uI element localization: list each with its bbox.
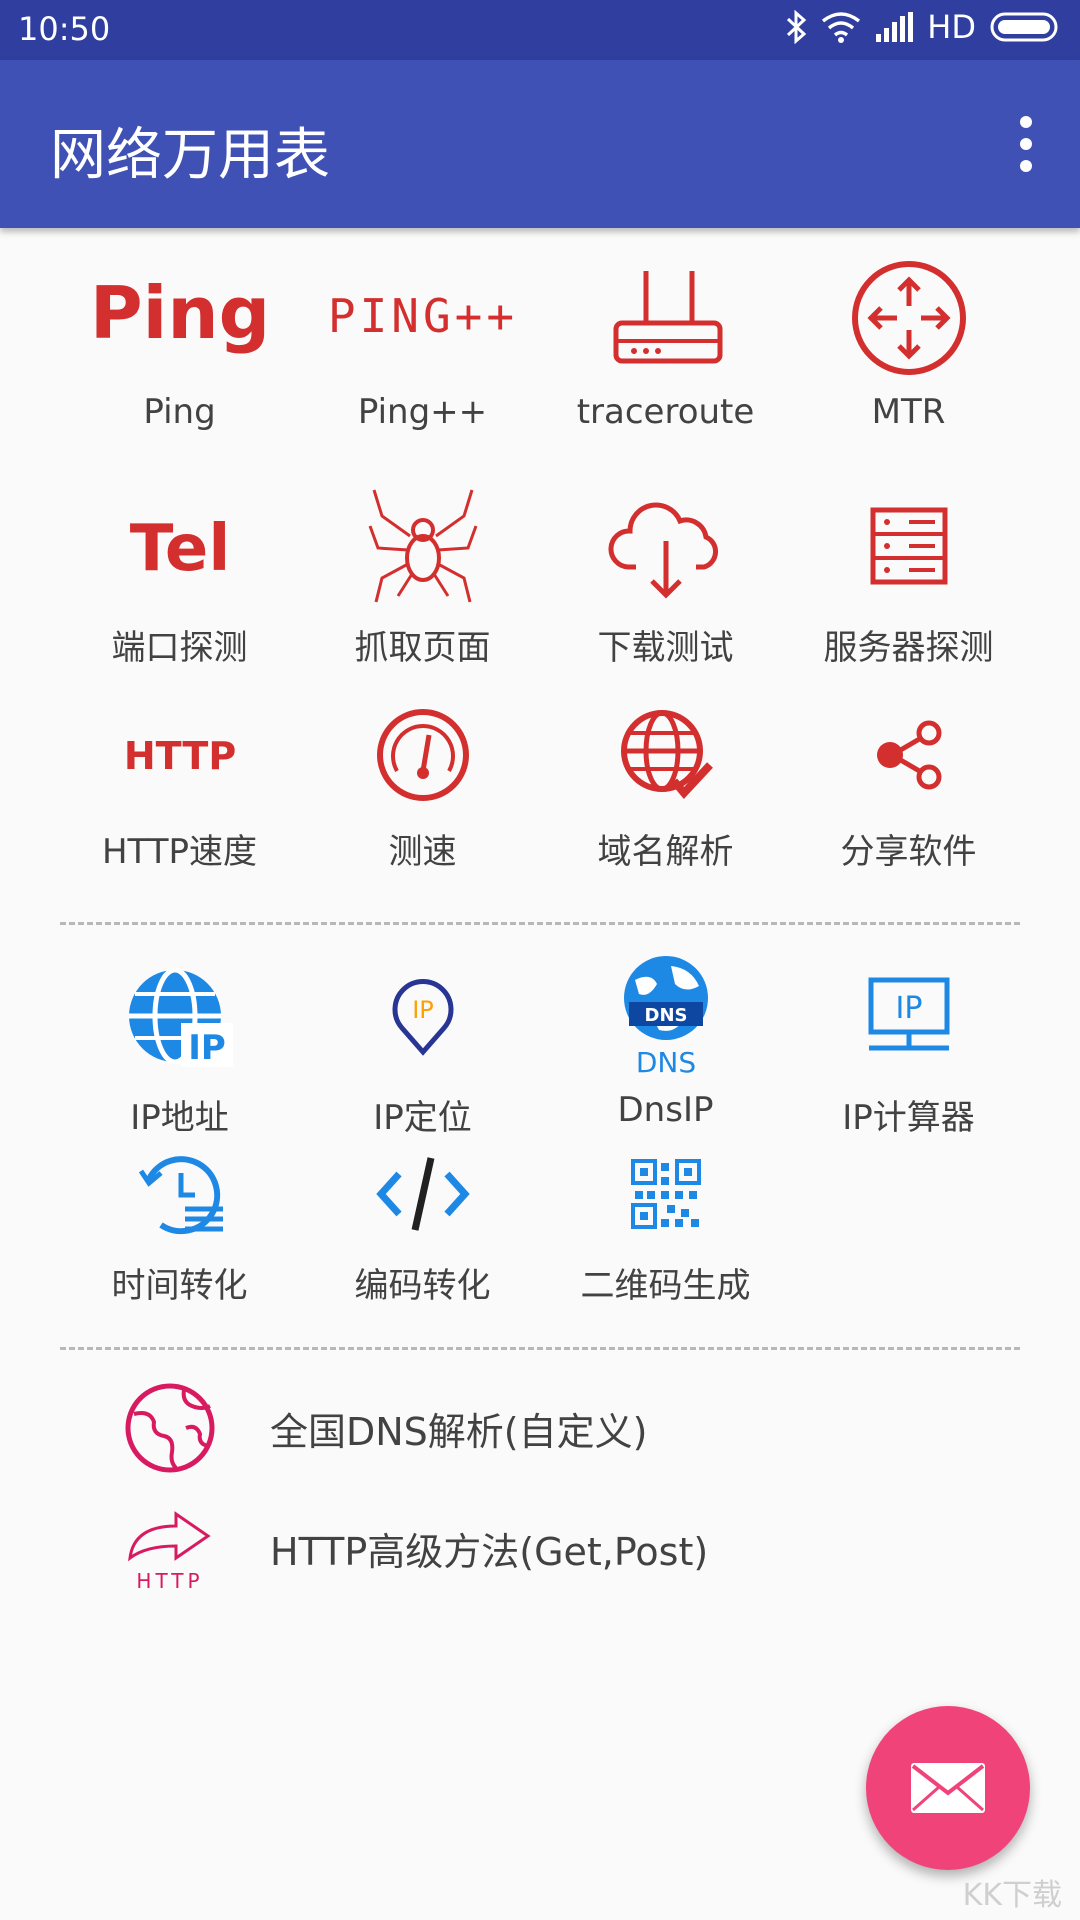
svg-text:PING++: PING++ xyxy=(327,289,517,343)
tool-label: 分享软件 xyxy=(840,832,977,872)
ip-monitor-icon: IP xyxy=(868,977,949,1051)
watermark-text: KK下载 xyxy=(962,1878,1062,1913)
mail-icon xyxy=(911,1763,985,1813)
tool-label: DnsIP xyxy=(617,1090,714,1130)
svg-text:Ping: Ping xyxy=(95,271,265,355)
svg-text:Tel: Tel xyxy=(129,512,230,586)
tel-icon: Tel xyxy=(129,512,230,586)
status-bar: 10:50 HD xyxy=(0,0,1080,60)
tool-dns-ip[interactable]: DNS DNS DnsIP xyxy=(544,956,787,1130)
tool-label: 域名解析 xyxy=(597,832,734,872)
tool-label: 二维码生成 xyxy=(580,1266,751,1306)
battery-icon xyxy=(990,12,1058,42)
signal-icon xyxy=(876,12,914,42)
tool-speed-test[interactable]: 测速 xyxy=(301,700,544,873)
svg-text:IP: IP xyxy=(895,991,922,1026)
tool-fetch-page[interactable]: 抓取页面 xyxy=(301,486,544,669)
tool-mtr[interactable]: MTR xyxy=(787,258,1030,432)
status-time: 10:50 xyxy=(18,10,111,48)
ip-location-pin-icon: IP xyxy=(392,978,453,1056)
tool-traceroute[interactable]: traceroute xyxy=(544,258,787,432)
tool-share-app[interactable]: 分享软件 xyxy=(787,700,1030,873)
tool-label: 测速 xyxy=(388,832,457,872)
time-history-icon xyxy=(138,1156,223,1235)
tool-port-scan[interactable]: Tel 端口探测 xyxy=(58,486,301,669)
http-forward-icon: HTTP xyxy=(128,1511,211,1593)
feedback-fab[interactable] xyxy=(866,1706,1030,1870)
overflow-menu-icon[interactable] xyxy=(1006,116,1046,172)
mtr-arrows-icon xyxy=(851,261,966,375)
tool-label: IP地址 xyxy=(130,1098,229,1138)
tool-server-probe[interactable]: 服务器探测 xyxy=(787,486,1030,669)
tool-label: IP定位 xyxy=(373,1098,472,1138)
tool-label: 时间转化 xyxy=(111,1266,248,1306)
list-item-http-advanced[interactable]: HTTP HTTP高级方法(Get,Post) xyxy=(120,1498,708,1598)
network-type: HD xyxy=(927,8,976,46)
svg-text:HTTP: HTTP xyxy=(136,1569,203,1593)
app-bar: 网络万用表 xyxy=(0,60,1080,228)
globe-check-icon xyxy=(620,710,713,800)
list-item-label: HTTP高级方法(Get,Post) xyxy=(270,1529,709,1574)
cloud-download-icon xyxy=(607,502,718,599)
svg-text:IP: IP xyxy=(188,1028,226,1068)
http-logo-icon: HTTP xyxy=(123,734,235,778)
section-divider xyxy=(60,922,1020,925)
tool-ping[interactable]: Ping Ping xyxy=(58,258,301,432)
tool-ip-location[interactable]: IP IP定位 xyxy=(301,956,544,1139)
svg-text:HTTP: HTTP xyxy=(123,734,235,778)
tool-label: 下载测试 xyxy=(597,628,734,668)
bluetooth-icon xyxy=(787,10,807,44)
tool-label: 服务器探测 xyxy=(823,628,994,668)
tool-qr-generate[interactable]: 二维码生成 xyxy=(544,1144,787,1307)
tool-label: traceroute xyxy=(576,392,755,432)
tool-label: HTTP速度 xyxy=(101,832,257,872)
tool-label: IP计算器 xyxy=(842,1098,975,1138)
section-divider xyxy=(60,1347,1020,1350)
tool-label: MTR xyxy=(871,392,946,432)
tool-encode-convert[interactable]: 编码转化 xyxy=(301,1144,544,1307)
svg-text:DNS: DNS xyxy=(644,1005,687,1026)
tool-label: 端口探测 xyxy=(111,628,248,668)
app-title: 网络万用表 xyxy=(50,123,330,188)
code-icon xyxy=(375,1157,470,1231)
planet-icon xyxy=(125,1383,215,1473)
svg-text:DNS: DNS xyxy=(635,1046,695,1078)
spider-icon xyxy=(368,489,477,603)
ping-logo-icon: Ping xyxy=(95,271,265,355)
dns-globe-icon: DNS DNS xyxy=(623,956,708,1078)
router-icon xyxy=(613,271,722,364)
list-item-national-dns[interactable]: 全国DNS解析(自定义) xyxy=(120,1378,647,1478)
tool-time-convert[interactable]: 时间转化 xyxy=(58,1144,301,1307)
status-icons: HD xyxy=(785,8,1062,46)
speedometer-icon xyxy=(376,709,469,801)
tool-http-speed[interactable]: HTTP HTTP速度 xyxy=(58,700,301,873)
tool-label: 抓取页面 xyxy=(354,628,491,668)
tool-label: 编码转化 xyxy=(354,1266,491,1306)
list-item-label: 全国DNS解析(自定义) xyxy=(270,1409,648,1454)
tool-dns-lookup[interactable]: 域名解析 xyxy=(544,700,787,873)
qr-code-icon xyxy=(630,1159,701,1229)
wifi-icon xyxy=(822,12,861,43)
tool-ip-address[interactable]: IP IP地址 xyxy=(58,956,301,1139)
share-icon xyxy=(876,720,941,790)
tool-ip-calculator[interactable]: IP IP计算器 xyxy=(787,956,1030,1139)
tool-ping-plus[interactable]: PING++ Ping++ xyxy=(301,258,544,432)
ping-plus-logo-icon: PING++ xyxy=(327,289,517,343)
server-icon xyxy=(870,507,947,585)
tool-label: Ping xyxy=(143,392,216,432)
svg-text:IP: IP xyxy=(412,996,434,1024)
globe-ip-icon: IP xyxy=(128,967,233,1068)
tool-label: Ping++ xyxy=(357,392,488,432)
tool-download-test[interactable]: 下载测试 xyxy=(544,486,787,669)
